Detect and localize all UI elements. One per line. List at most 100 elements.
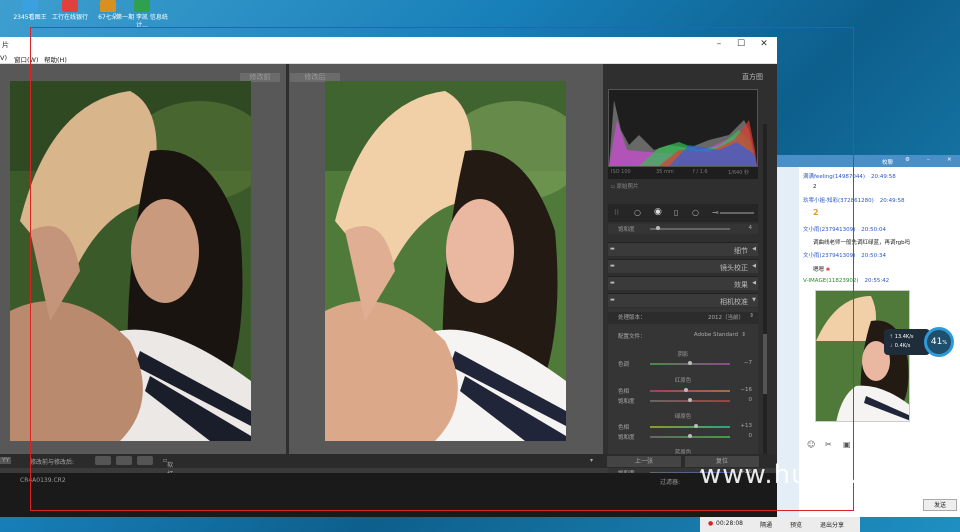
histogram-exif: ISO 100 35 mm f / 1.6 1/640 秒 (608, 167, 758, 179)
panel-scrollbar[interactable] (763, 124, 767, 454)
collapse-arrow-icon: ◀ (752, 280, 756, 286)
menu-window[interactable]: 窗口(W) (14, 54, 39, 64)
soft-proof-checkbox[interactable]: ▫ 软打样 (163, 457, 173, 487)
share-control-bar: ● 00:28:08 隔通 预览 退出分享 (700, 517, 860, 532)
process-version-row[interactable]: 处理版本： 2012（当前） ⇕ (608, 312, 758, 324)
green-hue-row: 色相 +13 (618, 423, 752, 431)
toolbar-menu-arrow-icon[interactable]: ▾ (590, 457, 593, 464)
radial-filter-icon[interactable]: ○ (692, 208, 699, 217)
section-effects[interactable]: ▬ 效果 ◀ (608, 276, 758, 290)
scissors-icon[interactable]: ✂ (825, 440, 832, 449)
saturation-slider[interactable] (650, 226, 730, 230)
before-photo (10, 81, 251, 441)
profile-row[interactable]: 配置文件： Adobe Standard ⇕ (608, 331, 758, 343)
minimize-icon[interactable]: – (712, 39, 726, 49)
green-sat-row: 饱和度 0 (618, 433, 752, 441)
section-detail[interactable]: ▬ 细节 ◀ (608, 242, 758, 256)
slider-knob[interactable] (684, 388, 688, 392)
share-option-button[interactable]: 隔通 (760, 520, 772, 529)
desktop-icons: 2345看图王 工行在线银行 67七朵 第一期 李凯 信息统计... (0, 0, 200, 34)
green-primary-title: 绿原色 (674, 414, 692, 420)
chat-input-toolbar: ☺ ✂ ▣ (803, 440, 953, 450)
chat-header-title: 校聊 (882, 160, 894, 166)
menu-help[interactable]: 帮助(H) (44, 54, 67, 64)
message-text: 嗯嗯 ❀ (813, 267, 831, 273)
menu-view[interactable]: V) (0, 54, 7, 62)
expand-arrow-icon: ▼ (752, 297, 756, 303)
graduated-filter-icon[interactable]: ▯ (674, 208, 678, 217)
message-text: 2 (813, 208, 819, 217)
section-calibration[interactable]: ▬ 相机校准 ▼ (608, 293, 758, 307)
network-speed-badge: ↑ 13.4K/s ↓ 0.4K/s 41% (884, 327, 956, 357)
saturation-row: 饱和度 4 (608, 224, 758, 234)
dropdown-arrow-icon: ⇕ (741, 332, 746, 338)
minimize-icon[interactable]: – (927, 157, 930, 163)
panel-toggle-icon[interactable]: ▬ (610, 297, 615, 303)
slider-knob[interactable] (694, 424, 698, 428)
red-hue-slider[interactable] (650, 388, 730, 392)
download-arrow-icon: ↓ (889, 343, 894, 349)
chat-message: 文小雨(237941309) 20:50:04 (803, 227, 886, 233)
green-sat-slider[interactable] (650, 434, 730, 438)
panel-toggle-icon[interactable]: ▬ (610, 263, 615, 269)
network-usage-circle[interactable]: 41% (924, 327, 954, 357)
slider-knob[interactable] (656, 226, 660, 230)
bank-icon (62, 0, 78, 12)
develop-right-panel: 直方图 ISO 100 35 mm f / 1.6 1/640 秒 ▫ 原始照片… (603, 64, 777, 478)
copy-after-to-before-button[interactable] (116, 456, 132, 465)
panel-toggle-icon[interactable]: ▬ (610, 280, 615, 286)
settings-icon[interactable]: ⚙ (905, 157, 910, 163)
view-mode-button[interactable]: YY (0, 457, 12, 464)
swap-button[interactable] (137, 456, 153, 465)
chat-message: V-IMAGE(11823902) 20:55:42 (803, 278, 890, 284)
filter-label[interactable]: 过滤器: (660, 477, 680, 486)
slider-knob[interactable] (688, 361, 692, 365)
canvas-divider[interactable] (286, 64, 289, 454)
histogram-title[interactable]: 直方图 (603, 72, 763, 82)
green-hue-slider[interactable] (650, 424, 730, 428)
histogram (608, 89, 758, 167)
shadow-title: 阴影 (677, 352, 689, 358)
share-timer: 00:28:08 (716, 520, 743, 527)
panel-toggle-icon[interactable]: ▬ (610, 246, 615, 252)
desktop-icon-sheet[interactable]: 第一期 李凯 信息统计... (112, 0, 172, 30)
stop-sharing-button[interactable]: 退出分享 (820, 520, 844, 529)
message-text: 调曲线老师一般先调红绿蓝，再调rgb吗 (813, 240, 911, 246)
watermark: www.hunls.com (700, 460, 917, 490)
chat-message: 满满feeling(14987044) 20:49:58 (803, 174, 896, 180)
spreadsheet-icon (134, 0, 150, 12)
chat-message: 玖零小姐-知彩(372861280) 20:49:58 (803, 198, 905, 204)
close-icon[interactable]: ✕ (757, 39, 771, 49)
red-sat-slider[interactable] (650, 398, 730, 402)
image-viewer-icon (22, 0, 38, 12)
chat-message: 文小雨(237941309) 20:50:34 (803, 253, 886, 259)
redeye-icon[interactable]: ◉ (654, 207, 662, 217)
brush-slider[interactable] (720, 212, 754, 214)
before-after-label: 修改前与修改后: (30, 459, 75, 466)
lightroom-window: 片 – ☐ ✕ V) 窗口(W) 帮助(H) 修改前 修改后 直方图 ISO 1… (0, 37, 777, 517)
tool-strip: ⁝⁝ ○ ◉ ▯ ○ ⊸ (608, 204, 758, 222)
image-icon[interactable]: ▣ (843, 440, 851, 449)
copy-before-to-after-button[interactable] (95, 456, 111, 465)
after-photo (325, 81, 566, 441)
filmstrip-bar: CR4A0139.CR2 过滤器: (0, 473, 777, 517)
preview-button[interactable]: 预览 (790, 520, 802, 529)
emoji-icon[interactable]: ☺ (807, 440, 815, 449)
slider-knob[interactable] (688, 398, 692, 402)
window-title: 片 (2, 41, 9, 49)
scrollbar-thumb[interactable] (763, 334, 767, 394)
brush-icon[interactable]: ⊸ (712, 208, 719, 217)
spot-removal-icon[interactable]: ○ (634, 208, 641, 217)
filename[interactable]: CR4A0139.CR2 (20, 477, 66, 484)
close-icon[interactable]: ✕ (947, 157, 952, 163)
rose-icon: ❀ (825, 267, 831, 273)
shadow-tint-slider[interactable] (650, 361, 730, 365)
slider-knob[interactable] (688, 434, 692, 438)
crop-icon[interactable]: ⁝⁝ (614, 208, 619, 217)
original-photo-checkbox[interactable]: ▫ 原始照片 (611, 182, 639, 190)
send-button[interactable]: 发送 (923, 499, 957, 511)
section-lens[interactable]: ▬ 镜头校正 ◀ (608, 259, 758, 273)
maximize-icon[interactable]: ☐ (734, 39, 748, 49)
previous-button[interactable]: 上一张 (607, 456, 681, 467)
chat-header: 校聊 ⚙ – ✕ (777, 155, 960, 167)
